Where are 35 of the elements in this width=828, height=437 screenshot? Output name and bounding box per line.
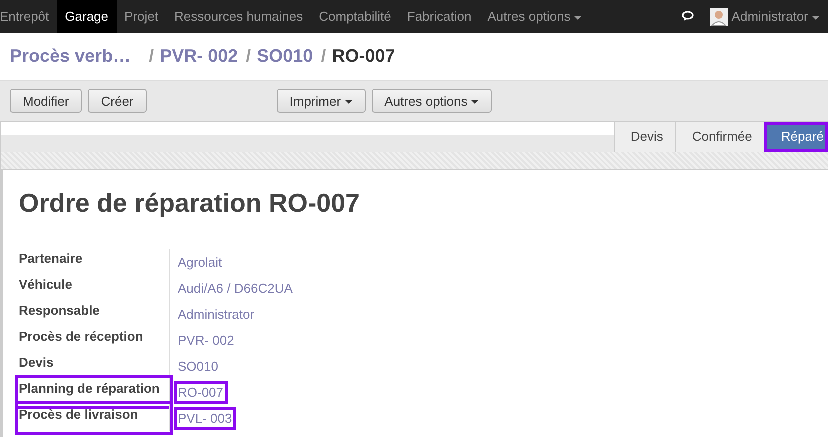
field-value-link[interactable]: PVR- 002 bbox=[178, 333, 234, 348]
breadcrumb-separator: / bbox=[149, 46, 154, 67]
dropdown-button[interactable]: Imprimer bbox=[276, 89, 366, 113]
menu-item[interactable]: Garage bbox=[57, 0, 117, 33]
field-value-link[interactable]: Audi/A6 / D66C2UA bbox=[178, 281, 293, 296]
chat-icon[interactable] bbox=[682, 11, 696, 22]
breadcrumb-link[interactable]: SO010 bbox=[257, 46, 314, 67]
menu-item[interactable]: Projet bbox=[116, 0, 166, 33]
breadcrumb-link[interactable]: Procès verb… bbox=[10, 46, 132, 67]
breadcrumb-separator: / bbox=[246, 46, 252, 67]
menu-item[interactable]: Ressources humaines bbox=[166, 0, 312, 33]
field-label: Procès de réception bbox=[19, 328, 144, 346]
field-label: Responsable bbox=[19, 302, 101, 320]
field-value-link[interactable]: Administrator bbox=[178, 307, 255, 322]
field-value-link[interactable]: SO010 bbox=[178, 359, 218, 374]
field-label: Véhicule bbox=[19, 276, 74, 294]
breadcrumb-link[interactable]: PVR- 002 bbox=[160, 46, 238, 67]
menu-item[interactable]: Fabrication bbox=[399, 0, 480, 33]
avatar bbox=[710, 8, 728, 26]
breadcrumb-separator: / bbox=[321, 46, 326, 67]
status-step[interactable]: Confirmée bbox=[675, 122, 764, 152]
more-menu[interactable]: Autres options bbox=[480, 0, 590, 33]
status-step[interactable]: Réparé bbox=[764, 122, 828, 152]
status-step[interactable]: Devis bbox=[614, 122, 676, 152]
dropdown-button[interactable]: Autres options bbox=[372, 89, 492, 113]
field-label: Partenaire bbox=[19, 250, 84, 268]
toolbar-button[interactable]: Créer bbox=[88, 89, 147, 113]
menu-item[interactable]: Comptabilité bbox=[311, 0, 400, 33]
user-menu[interactable]: Administrator bbox=[728, 0, 828, 33]
field-value-link[interactable]: Agrolait bbox=[178, 255, 222, 270]
menu-item[interactable]: Entrepôt bbox=[0, 0, 58, 33]
form-title: Ordre de réparation RO-007 bbox=[19, 188, 361, 219]
toolbar-button[interactable]: Modifier bbox=[10, 89, 82, 113]
field-label: Devis bbox=[19, 354, 55, 372]
breadcrumb-current: RO-007 bbox=[332, 46, 396, 67]
